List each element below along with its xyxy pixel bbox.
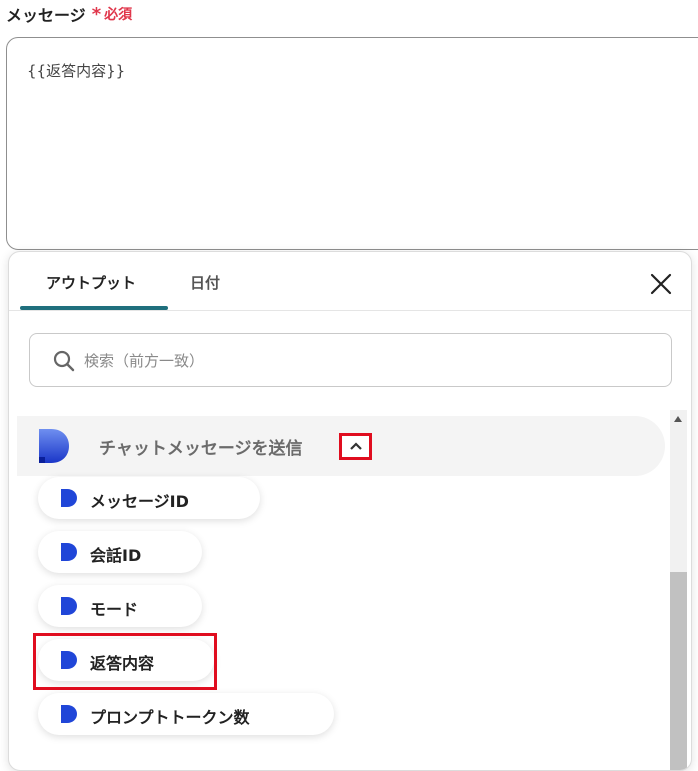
active-tab-indicator <box>20 306 168 310</box>
app-logo-icon <box>61 489 77 507</box>
search-input[interactable] <box>82 347 646 375</box>
message-field-label: メッセージ <box>6 6 86 25</box>
output-chip-label: モード <box>90 600 139 619</box>
required-badge: 必須 <box>104 7 133 23</box>
output-chip-label: プロンプトトークン数 <box>90 708 250 727</box>
output-chip-mode[interactable]: モード <box>38 585 202 627</box>
output-group-header[interactable]: チャットメッセージを送信 <box>17 416 665 476</box>
required-asterisk: * <box>91 3 102 25</box>
output-chip-message-id[interactable]: メッセージID <box>38 477 260 519</box>
message-value[interactable]: {{返答内容}} <box>27 60 125 81</box>
scroll-up-arrow-icon[interactable] <box>674 416 682 422</box>
close-icon[interactable] <box>649 272 673 296</box>
output-chip-prompt-tokens[interactable]: プロンプトトークン数 <box>38 693 334 735</box>
app-logo-icon <box>37 427 71 465</box>
app-logo-icon <box>61 651 77 669</box>
search-box[interactable] <box>29 333 672 387</box>
output-chip-response-content[interactable]: 返答内容 <box>38 639 214 681</box>
group-title: チャットメッセージを送信 <box>99 439 303 459</box>
output-chip-conversation-id[interactable]: 会話ID <box>38 531 202 573</box>
app-logo-icon <box>61 597 77 615</box>
app-logo-icon <box>61 705 77 723</box>
output-chip-label: 会話ID <box>90 546 142 565</box>
tab-bar: アウトプット 日付 <box>9 252 691 311</box>
output-chip-label: 返答内容 <box>90 654 155 673</box>
chevron-up-icon[interactable] <box>339 433 372 460</box>
message-textarea[interactable]: {{返答内容}} <box>6 37 698 250</box>
search-icon <box>52 349 76 373</box>
tab-output[interactable]: アウトプット <box>46 272 136 293</box>
output-picker-panel: アウトプット 日付 チャットメッセージを送信 メッセージID <box>8 251 692 771</box>
scrollbar[interactable] <box>670 410 687 770</box>
output-chip-label: メッセージID <box>90 492 189 511</box>
message-field-label-row: メッセージ * 必須 <box>6 0 132 28</box>
app-logo-icon <box>61 543 77 561</box>
scrollbar-thumb[interactable] <box>670 572 687 770</box>
tab-date[interactable]: 日付 <box>190 272 220 293</box>
